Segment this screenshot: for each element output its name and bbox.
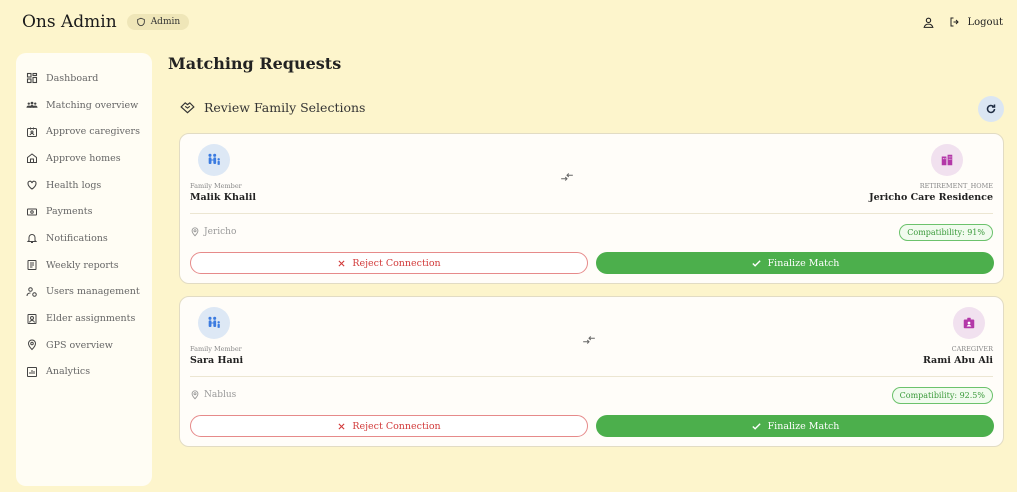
family-name: Sara Hani bbox=[190, 355, 244, 366]
section-header: Review Family Selections bbox=[180, 100, 365, 115]
check-icon bbox=[751, 258, 762, 269]
sidebar-item-label: Approve caregivers bbox=[46, 126, 140, 138]
close-icon bbox=[337, 259, 346, 268]
location: Nablus bbox=[190, 390, 236, 400]
finalize-match-button[interactable]: Finalize Match bbox=[596, 252, 994, 274]
target-avatar bbox=[931, 144, 963, 176]
pin-icon bbox=[190, 390, 200, 400]
family-avatar bbox=[198, 144, 230, 176]
sidebar-item-weekly-reports[interactable]: Weekly reports bbox=[26, 252, 152, 279]
sidebar-item-notifications[interactable]: Notifications bbox=[26, 225, 152, 252]
user-icon[interactable] bbox=[922, 16, 935, 29]
family-icon bbox=[206, 315, 222, 331]
chart-icon bbox=[26, 366, 38, 378]
family-icon bbox=[206, 152, 222, 168]
grid-icon bbox=[26, 72, 38, 84]
sidebar-item-label: Dashboard bbox=[46, 72, 99, 84]
finalize-match-button[interactable]: Finalize Match bbox=[596, 415, 994, 437]
card-divider bbox=[190, 213, 993, 214]
family-avatar bbox=[198, 307, 230, 339]
sidebar-item-label: Users management bbox=[46, 286, 140, 298]
reject-label: Reject Connection bbox=[352, 420, 441, 432]
compatibility-badge: Compatibility: 91% bbox=[899, 224, 993, 241]
sidebar-item-label: Matching overview bbox=[46, 99, 139, 111]
family-role: Family Member bbox=[190, 345, 242, 353]
sidebar-item-label: Notifications bbox=[46, 232, 108, 244]
target-type: RETIREMENT_HOME bbox=[919, 182, 993, 190]
sidebar-item-approve-caregivers[interactable]: Approve caregivers bbox=[26, 118, 152, 145]
location-text: Jericho bbox=[204, 227, 237, 237]
refresh-button[interactable] bbox=[978, 96, 1004, 122]
compatibility-badge: Compatibility: 92.5% bbox=[891, 387, 993, 404]
match-request-card: Family Member Malik Khalil RETIREMENT_HO… bbox=[179, 133, 1004, 284]
shield-icon bbox=[136, 17, 146, 27]
sidebar-item-dashboard[interactable]: Dashboard bbox=[26, 65, 152, 92]
logout-icon bbox=[949, 16, 961, 28]
sidebar-item-approve-homes[interactable]: Approve homes bbox=[26, 145, 152, 172]
card-divider bbox=[190, 376, 993, 377]
section-title: Review Family Selections bbox=[204, 100, 366, 115]
sidebar-item-users-management[interactable]: Users management bbox=[26, 279, 152, 306]
swap-icon bbox=[582, 330, 596, 349]
family-name: Malik Khalil bbox=[190, 192, 256, 203]
sidebar-item-label: Payments bbox=[46, 206, 93, 218]
reject-label: Reject Connection bbox=[352, 257, 441, 269]
pin-icon bbox=[26, 339, 38, 351]
sidebar-item-label: Weekly reports bbox=[46, 259, 119, 271]
report-icon bbox=[26, 259, 38, 271]
sidebar-item-health-logs[interactable]: Health logs bbox=[26, 172, 152, 199]
pin-icon bbox=[190, 227, 200, 237]
caregiver-badge-icon bbox=[962, 316, 976, 330]
sidebar-item-analytics[interactable]: Analytics bbox=[26, 359, 152, 386]
role-badge-label: Admin bbox=[150, 17, 181, 27]
finalize-label: Finalize Match bbox=[767, 257, 840, 269]
users-icon bbox=[26, 99, 38, 111]
heart-icon bbox=[26, 179, 38, 191]
swap-icon bbox=[560, 167, 574, 186]
building-icon bbox=[940, 153, 954, 167]
id-card-icon bbox=[26, 126, 38, 138]
badge-icon bbox=[26, 313, 38, 325]
family-role: Family Member bbox=[190, 182, 242, 190]
location-text: Nablus bbox=[204, 390, 237, 400]
refresh-icon bbox=[985, 103, 997, 115]
location: Jericho bbox=[190, 227, 236, 237]
sidebar-item-label: Elder assignments bbox=[46, 313, 136, 325]
logout-button[interactable]: Logout bbox=[949, 16, 1003, 28]
handshake-icon bbox=[180, 101, 195, 114]
check-icon bbox=[751, 421, 762, 432]
sidebar-item-gps-overview[interactable]: GPS overview bbox=[26, 332, 152, 359]
app-title: Ons Admin bbox=[22, 12, 117, 32]
home-icon bbox=[26, 152, 38, 164]
reject-connection-button[interactable]: Reject Connection bbox=[190, 252, 588, 274]
money-icon bbox=[26, 206, 38, 218]
sidebar-item-payments[interactable]: Payments bbox=[26, 198, 152, 225]
sidebar: Dashboard Matching overview Approve care… bbox=[16, 53, 152, 486]
reject-connection-button[interactable]: Reject Connection bbox=[190, 415, 588, 437]
page-title: Matching Requests bbox=[168, 54, 342, 73]
sidebar-item-matching-overview[interactable]: Matching overview bbox=[26, 92, 152, 119]
target-type: CAREGIVER bbox=[951, 345, 993, 353]
close-icon bbox=[337, 422, 346, 431]
sidebar-item-elder-assignments[interactable]: Elder assignments bbox=[26, 305, 152, 332]
match-request-card: Family Member Sara Hani CAREGIVER Rami A… bbox=[179, 296, 1004, 447]
sidebar-item-label: Health logs bbox=[46, 179, 102, 191]
role-badge: Admin bbox=[126, 14, 190, 30]
finalize-label: Finalize Match bbox=[767, 420, 840, 432]
user-gear-icon bbox=[26, 286, 38, 298]
sidebar-item-label: GPS overview bbox=[46, 339, 113, 351]
top-bar: Ons Admin Admin Logout bbox=[0, 0, 1017, 44]
target-name: Jericho Care Residence bbox=[869, 192, 993, 203]
target-name: Rami Abu Ali bbox=[922, 355, 993, 366]
sidebar-item-label: Analytics bbox=[46, 366, 91, 378]
logout-label: Logout bbox=[967, 16, 1003, 28]
target-avatar bbox=[953, 307, 985, 339]
bell-icon bbox=[26, 232, 38, 244]
sidebar-item-label: Approve homes bbox=[46, 152, 121, 164]
